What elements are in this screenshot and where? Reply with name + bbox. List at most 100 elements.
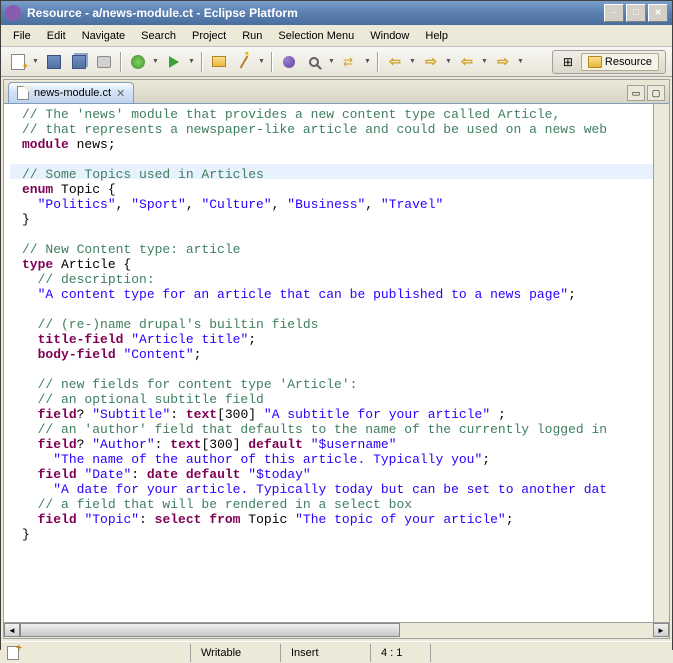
code-line[interactable]: // description: xyxy=(22,272,663,287)
new-button[interactable] xyxy=(7,51,29,73)
code-editor[interactable]: // The 'news' module that provides a new… xyxy=(4,104,669,638)
sync-button[interactable] xyxy=(339,51,361,73)
nav-fwd2-button[interactable]: ⇨ xyxy=(492,51,514,73)
menu-project[interactable]: Project xyxy=(184,27,234,45)
perspective-resource-button[interactable]: Resource xyxy=(581,53,659,71)
editor-minimize-button[interactable]: ▭ xyxy=(627,85,645,101)
menu-help[interactable]: Help xyxy=(417,27,456,45)
code-line[interactable]: "A date for your article. Typically toda… xyxy=(22,482,663,497)
code-line[interactable]: // New Content type: article xyxy=(22,242,663,257)
nav-fwd-button[interactable]: ⇨ xyxy=(420,51,442,73)
code-line[interactable]: // new fields for content type 'Article'… xyxy=(22,377,663,392)
menu-file[interactable]: File xyxy=(5,27,39,45)
code-line[interactable]: } xyxy=(22,527,663,542)
code-line[interactable]: // that represents a newspaper-like arti… xyxy=(22,122,663,137)
statusbar: Writable Insert 4 : 1 xyxy=(1,641,672,663)
toolbar-separator xyxy=(271,52,273,72)
code-line[interactable]: body-field "Content"; xyxy=(22,347,663,362)
debug-dropdown[interactable]: ▼ xyxy=(152,58,160,65)
scroll-right-button[interactable]: ► xyxy=(653,623,669,637)
debug-button[interactable] xyxy=(127,51,149,73)
code-line[interactable]: field? "Subtitle": text[300] "A subtitle… xyxy=(22,407,663,422)
file-icon xyxy=(17,86,29,100)
code-line[interactable]: "Politics", "Sport", "Culture", "Busines… xyxy=(22,197,663,212)
tab-close-button[interactable]: ✕ xyxy=(116,87,125,100)
window-title: Resource - a/news-module.ct - Eclipse Pl… xyxy=(27,6,604,20)
ext-tool-button[interactable] xyxy=(278,51,300,73)
horizontal-scrollbar[interactable]: ◄ ► xyxy=(4,622,669,638)
new-file-icon xyxy=(11,54,25,70)
code-line[interactable]: field "Topic": select from Topic "The to… xyxy=(22,512,663,527)
menu-search[interactable]: Search xyxy=(133,27,184,45)
code-body[interactable]: // The 'news' module that provides a new… xyxy=(4,104,669,622)
code-line[interactable] xyxy=(22,152,663,167)
nav-back-dropdown[interactable]: ▼ xyxy=(409,58,417,65)
menu-run[interactable]: Run xyxy=(234,27,270,45)
wand-button[interactable] xyxy=(233,51,255,73)
menu-selection[interactable]: Selection Menu xyxy=(270,27,362,45)
code-line[interactable] xyxy=(22,227,663,242)
perspective-switcher: ⊞ Resource xyxy=(552,50,666,74)
nav-fwd2-dropdown[interactable]: ▼ xyxy=(517,58,525,65)
save-all-icon xyxy=(72,55,86,69)
print-button[interactable] xyxy=(93,51,115,73)
search-dropdown[interactable]: ▼ xyxy=(328,58,336,65)
code-line[interactable]: // The 'news' module that provides a new… xyxy=(22,107,663,122)
code-line[interactable]: "The name of the author of this article.… xyxy=(22,452,663,467)
resource-perspective-icon xyxy=(588,56,602,68)
code-line[interactable]: } xyxy=(22,212,663,227)
code-line[interactable] xyxy=(22,362,663,377)
nav-back2-dropdown[interactable]: ▼ xyxy=(481,58,489,65)
ball-icon xyxy=(283,56,295,68)
save-icon xyxy=(47,55,61,69)
arrow-right-icon: ⇨ xyxy=(497,53,509,70)
open-folder-button[interactable] xyxy=(208,51,230,73)
eclipse-icon xyxy=(5,5,21,21)
nav-back2-button[interactable]: ⇦ xyxy=(456,51,478,73)
editor-tab-label: news-module.ct xyxy=(34,87,111,99)
run-dropdown[interactable]: ▼ xyxy=(188,58,196,65)
code-line[interactable]: type Article { xyxy=(22,257,663,272)
sync-dropdown[interactable]: ▼ xyxy=(364,58,372,65)
menu-window[interactable]: Window xyxy=(362,27,417,45)
code-line[interactable]: // (re-)name drupal's builtin fields xyxy=(22,317,663,332)
code-line[interactable]: // a field that will be rendered in a se… xyxy=(22,497,663,512)
wand-icon xyxy=(240,55,249,68)
code-line[interactable]: "A content type for an article that can … xyxy=(22,287,663,302)
code-line[interactable]: module news; xyxy=(22,137,663,152)
search-button[interactable] xyxy=(303,51,325,73)
editor-area: news-module.ct ✕ ▭ ▢ // The 'news' modul… xyxy=(3,79,670,639)
maximize-button[interactable] xyxy=(626,4,646,22)
wand-dropdown[interactable]: ▼ xyxy=(258,58,266,65)
editor-tab[interactable]: news-module.ct ✕ xyxy=(8,82,134,103)
nav-fwd-dropdown[interactable]: ▼ xyxy=(445,58,453,65)
search-icon xyxy=(309,57,319,67)
code-line[interactable]: field "Date": date default "$today" xyxy=(22,467,663,482)
code-line[interactable]: field? "Author": text[300] default "$use… xyxy=(22,437,663,452)
scroll-thumb[interactable] xyxy=(20,623,400,637)
new-dropdown[interactable]: ▼ xyxy=(32,58,40,65)
code-line[interactable]: // an optional subtitle field xyxy=(22,392,663,407)
scroll-track[interactable] xyxy=(20,623,653,638)
status-insert: Insert xyxy=(280,644,370,662)
close-button[interactable] xyxy=(648,4,668,22)
code-line[interactable]: // Some Topics used in Articles xyxy=(22,167,663,182)
menu-edit[interactable]: Edit xyxy=(39,27,74,45)
run-button[interactable] xyxy=(163,51,185,73)
arrow-left-icon: ⇦ xyxy=(461,53,473,70)
code-line[interactable] xyxy=(22,302,663,317)
code-line[interactable]: enum Topic { xyxy=(22,182,663,197)
arrow-left-icon: ⇦ xyxy=(389,53,401,70)
code-line[interactable]: // an 'author' field that defaults to th… xyxy=(22,422,663,437)
status-first-cell xyxy=(5,646,190,660)
scroll-left-button[interactable]: ◄ xyxy=(4,623,20,637)
save-button[interactable] xyxy=(43,51,65,73)
menu-navigate[interactable]: Navigate xyxy=(74,27,133,45)
open-perspective-button[interactable]: ⊞ xyxy=(559,53,577,71)
folder-icon xyxy=(212,56,226,67)
minimize-button[interactable] xyxy=(604,4,624,22)
editor-maximize-button[interactable]: ▢ xyxy=(647,85,665,101)
code-line[interactable]: title-field "Article title"; xyxy=(22,332,663,347)
save-all-button[interactable] xyxy=(68,51,90,73)
nav-back-button[interactable]: ⇦ xyxy=(384,51,406,73)
